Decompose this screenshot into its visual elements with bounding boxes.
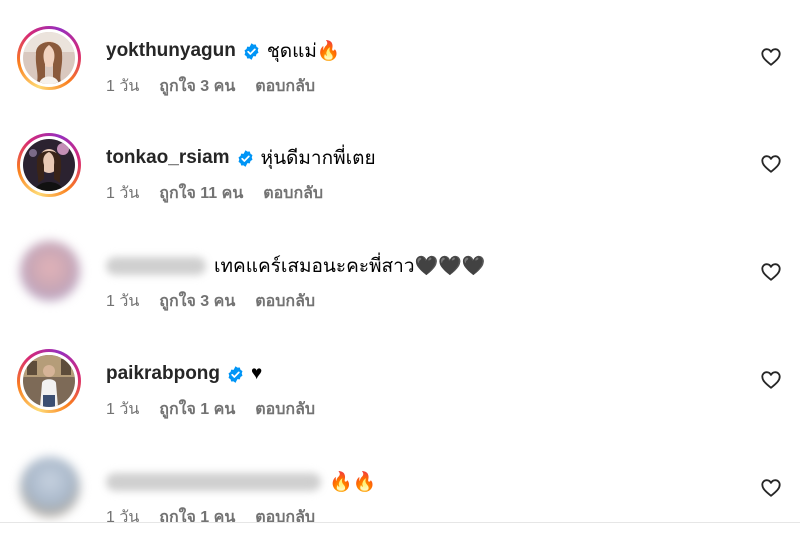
comment-item: yokthunyagun ชุดแม่🔥 1 วัน ถูกใจ 3 คน ตอ… <box>0 26 800 126</box>
heart-outline-icon[interactable] <box>760 261 782 283</box>
reply-button[interactable]: ตอบกลับ <box>255 505 315 522</box>
story-ring-avatar[interactable] <box>17 349 81 413</box>
comment-text: ♥ <box>251 363 263 384</box>
comment-item: เทคแคร์เสมอนะคะพี่สาว🖤🖤🖤 1 วัน ถูกใจ 3 ค… <box>0 241 800 341</box>
reply-button[interactable]: ตอบกลับ <box>255 397 315 422</box>
reply-button[interactable]: ตอบกลับ <box>263 181 323 206</box>
story-ring-avatar[interactable] <box>17 26 81 90</box>
reply-button[interactable]: ตอบกลับ <box>255 74 315 99</box>
comment-text: 🔥🔥 <box>329 472 377 493</box>
heart-outline-icon[interactable] <box>760 153 782 175</box>
comment-item: paikrabpong ♥ 1 วัน ถูกใจ 1 คน ตอบกลับ <box>0 349 800 449</box>
comment-timestamp[interactable]: 1 วัน <box>106 289 139 314</box>
comment-username[interactable]: paikrabpong <box>106 363 220 385</box>
comment-text: หุ่นดีมากพี่เตย <box>260 148 376 169</box>
comment-timestamp[interactable]: 1 วัน <box>106 181 139 206</box>
avatar[interactable] <box>20 241 80 301</box>
comment-list: yokthunyagun ชุดแม่🔥 1 วัน ถูกใจ 3 คน ตอ… <box>0 0 800 522</box>
reply-button[interactable]: ตอบกลับ <box>255 289 315 314</box>
story-ring-avatar[interactable] <box>17 133 81 197</box>
verified-badge-icon <box>238 149 253 167</box>
comment-username[interactable]: tonkao_rsiam <box>106 147 230 169</box>
avatar <box>23 355 75 407</box>
comment-item: tonkao_rsiam หุ่นดีมากพี่เตย 1 วัน ถูกใจ… <box>0 133 800 233</box>
comment-like-count[interactable]: ถูกใจ 1 คน <box>159 397 235 422</box>
heart-outline-icon[interactable] <box>760 369 782 391</box>
comment-item: 🔥🔥 1 วัน ถูกใจ 1 คน ตอบกลับ <box>0 457 800 522</box>
avatar[interactable] <box>20 457 80 517</box>
divider <box>0 522 800 523</box>
verified-badge-icon <box>244 42 259 60</box>
comment-like-count[interactable]: ถูกใจ 11 คน <box>159 181 243 206</box>
verified-badge-icon <box>228 365 243 383</box>
comment-like-count[interactable]: ถูกใจ 3 คน <box>159 289 235 314</box>
comment-username[interactable]: yokthunyagun <box>106 40 236 62</box>
comment-text: ชุดแม่🔥 <box>266 41 341 62</box>
comment-username[interactable] <box>106 257 206 275</box>
heart-outline-icon[interactable] <box>760 46 782 68</box>
heart-outline-icon[interactable] <box>760 477 782 499</box>
comment-like-count[interactable]: ถูกใจ 1 คน <box>159 505 235 522</box>
avatar <box>23 139 75 191</box>
comment-text: เทคแคร์เสมอนะคะพี่สาว🖤🖤🖤 <box>214 256 486 277</box>
avatar <box>23 32 75 84</box>
comment-timestamp[interactable]: 1 วัน <box>106 397 139 422</box>
comment-timestamp[interactable]: 1 วัน <box>106 74 139 99</box>
comment-username[interactable] <box>106 473 321 491</box>
comment-timestamp[interactable]: 1 วัน <box>106 505 139 522</box>
comment-like-count[interactable]: ถูกใจ 3 คน <box>159 74 235 99</box>
